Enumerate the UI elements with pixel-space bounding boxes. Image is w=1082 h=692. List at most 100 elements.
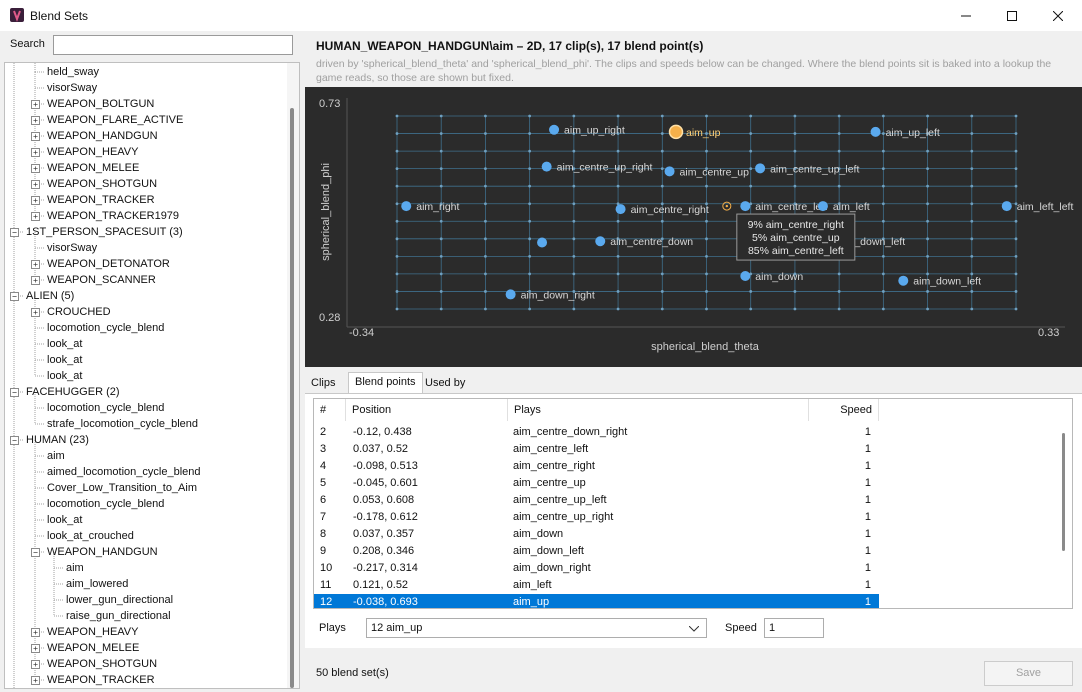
blend-point[interactable] [615, 204, 626, 215]
tree-scrollbar[interactable] [287, 63, 299, 688]
tree-item[interactable]: ALIEN (5) [26, 288, 74, 304]
tree-item[interactable]: look_at [47, 352, 82, 368]
expand-icon[interactable]: + [31, 644, 40, 653]
tree-item[interactable]: visorSway [47, 240, 97, 256]
maximize-button[interactable] [989, 0, 1035, 31]
tree-item[interactable]: WEAPON_MELEE [47, 160, 139, 176]
blend-point[interactable] [740, 270, 751, 281]
blend-point[interactable] [595, 236, 606, 247]
table-row[interactable]: 10 -0.217, 0.314 aim_down_right 1 [314, 560, 879, 577]
grid-scrollbar[interactable] [1056, 399, 1072, 608]
expand-icon[interactable]: + [31, 164, 40, 173]
blend-point[interactable] [541, 161, 552, 172]
tree-item[interactable]: CROUCHED [47, 304, 111, 320]
tree-item[interactable]: Cover_Low_Transition_to_Aim [47, 480, 197, 496]
expand-icon[interactable]: + [31, 628, 40, 637]
tree-item[interactable]: raise_gun_directional [66, 608, 171, 624]
tree-item[interactable]: WEAPON_TRACKER1979 [47, 208, 179, 224]
blend-space-svg[interactable]: 0.73 0.28 -0.34 0.33 spherical_blend_theta sp… [305, 87, 1082, 367]
blend-point[interactable] [668, 124, 684, 140]
column-header-position[interactable]: Position [346, 399, 508, 421]
tree-item[interactable]: look_at [47, 512, 82, 528]
column-header-number[interactable]: # [314, 399, 346, 421]
blend-point[interactable] [740, 201, 751, 212]
expand-icon[interactable]: + [31, 100, 40, 109]
collapse-icon[interactable]: − [10, 292, 19, 301]
table-row[interactable]: 6 0.053, 0.608 aim_centre_up_left 1 [314, 492, 879, 509]
table-row[interactable]: 12 -0.038, 0.693 aim_up 1 [314, 594, 879, 608]
collapse-icon[interactable]: − [10, 436, 19, 445]
tree-item[interactable]: aim [66, 560, 84, 576]
column-header-speed[interactable]: Speed [809, 399, 879, 421]
column-header-plays[interactable]: Plays [508, 399, 809, 421]
tree-item[interactable]: WEAPON_HANDGUN [47, 544, 158, 560]
tree-item[interactable]: look_at [47, 368, 82, 384]
tree-item[interactable]: WEAPON_HANDGUN [47, 128, 158, 144]
expand-icon[interactable]: + [31, 308, 40, 317]
table-row[interactable]: 2 -0.12, 0.438 aim_centre_down_right 1 [314, 424, 879, 441]
tab-blend-points[interactable]: Blend points [348, 372, 423, 395]
tree-item[interactable]: 1ST_PERSON_SPACESUIT (3) [26, 224, 183, 240]
minimize-button[interactable] [943, 0, 989, 31]
tree-item[interactable]: held_sway [47, 64, 99, 80]
table-row[interactable]: 4 -0.098, 0.513 aim_centre_right 1 [314, 458, 879, 475]
expand-icon[interactable]: + [31, 260, 40, 269]
expand-icon[interactable]: + [31, 180, 40, 189]
blend-point[interactable] [898, 275, 909, 286]
tree-item[interactable]: aim_lowered [66, 576, 128, 592]
expand-icon[interactable]: + [31, 212, 40, 221]
blend-point[interactable] [870, 126, 881, 137]
blend-set-tree[interactable]: held_sway visorSway WEAPON_BOLTGUN + WEAPON_… [4, 62, 300, 689]
tree-item[interactable]: look_at [47, 336, 82, 352]
tree-item[interactable]: locomotion_cycle_blend [47, 320, 164, 336]
blend-point[interactable] [549, 124, 560, 135]
expand-icon[interactable]: + [31, 148, 40, 157]
close-button[interactable] [1035, 0, 1081, 31]
table-row[interactable]: 11 0.121, 0.52 aim_left 1 [314, 577, 879, 594]
grid-scroll-thumb[interactable] [1062, 433, 1065, 551]
tree-item[interactable]: strafe_locomotion_cycle_blend [47, 416, 198, 432]
collapse-icon[interactable]: − [10, 388, 19, 397]
tree-item[interactable]: lower_gun_directional [66, 592, 173, 608]
speed-input[interactable]: 1 [764, 618, 824, 638]
tree-item[interactable]: WEAPON_HEAVY [47, 144, 139, 160]
table-row[interactable]: 8 0.037, 0.357 aim_down 1 [314, 526, 879, 543]
tree-item[interactable]: locomotion_cycle_blend [47, 496, 164, 512]
table-row[interactable]: 7 -0.178, 0.612 aim_centre_up_right 1 [314, 509, 879, 526]
expand-icon[interactable]: + [31, 196, 40, 205]
tree-item[interactable]: locomotion_cycle_blend [47, 400, 164, 416]
expand-icon[interactable]: + [31, 660, 40, 669]
blend-points-grid[interactable]: # Position Plays Speed 2 -0.12, 0.438 aim_… [313, 398, 1073, 609]
tree-item[interactable]: WEAPON_SCANNER [47, 272, 156, 288]
tab-clips[interactable]: Clips [305, 374, 341, 394]
tree-item[interactable]: WEAPON_FLARE_ACTIVE [47, 112, 183, 128]
table-row[interactable]: 3 0.037, 0.52 aim_centre_left 1 [314, 441, 879, 458]
blend-point[interactable] [817, 201, 828, 212]
tree-item[interactable]: HUMAN (23) [26, 432, 89, 448]
collapse-icon[interactable]: − [31, 548, 40, 557]
blend-point[interactable] [664, 166, 675, 177]
tree-item[interactable]: WEAPON_MELEE [47, 640, 139, 656]
expand-icon[interactable]: + [31, 116, 40, 125]
table-row[interactable]: 5 -0.045, 0.601 aim_centre_up 1 [314, 475, 879, 492]
tree-item[interactable]: aimed_locomotion_cycle_blend [47, 464, 200, 480]
tree-item[interactable]: WEAPON_BOLTGUN [47, 96, 154, 112]
collapse-icon[interactable]: − [10, 228, 19, 237]
tree-item[interactable]: WEAPON_HEAVY [47, 624, 139, 640]
tree-item[interactable]: WEAPON_DETONATOR [47, 256, 170, 272]
expand-icon[interactable]: + [31, 276, 40, 285]
tab-used-by[interactable]: Used by [419, 374, 471, 394]
table-row[interactable]: 9 0.208, 0.346 aim_down_left 1 [314, 543, 879, 560]
tree-item[interactable]: WEAPON_TRACKER [47, 672, 155, 688]
blend-point[interactable] [755, 163, 766, 174]
blend-point[interactable] [1001, 201, 1012, 212]
blend-point[interactable] [505, 289, 516, 300]
search-input[interactable] [53, 35, 293, 55]
tree-item[interactable]: FACEHUGGER (2) [26, 384, 120, 400]
expand-icon[interactable]: + [31, 132, 40, 141]
plays-dropdown[interactable]: 12 aim_up [366, 618, 707, 638]
tree-item[interactable]: WEAPON_SHOTGUN [47, 656, 157, 672]
tree-item[interactable]: WEAPON_TRACKER [47, 192, 155, 208]
blend-space-plot[interactable]: 0.73 0.28 -0.34 0.33 spherical_blend_theta sp… [305, 87, 1082, 367]
save-button[interactable]: Save [984, 661, 1073, 686]
